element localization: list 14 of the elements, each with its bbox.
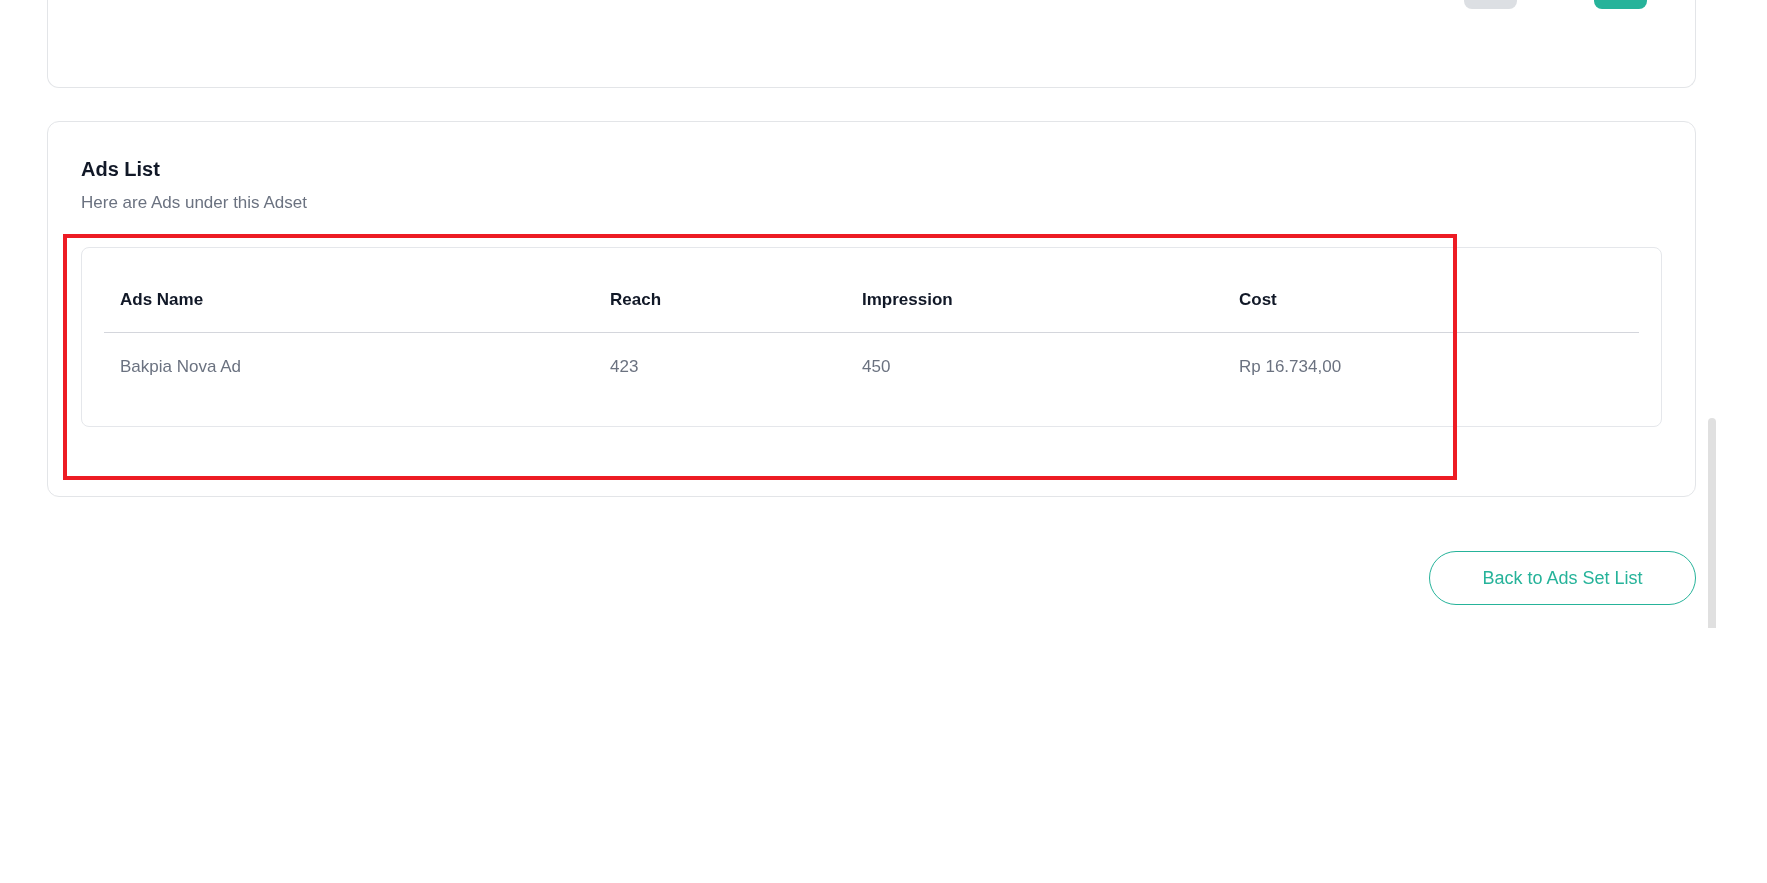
column-header: Reach	[610, 290, 662, 309]
column-header: Cost	[1239, 290, 1277, 309]
scrollbar[interactable]	[1708, 418, 1716, 628]
table-cell: 423	[610, 357, 639, 377]
table-cell: 450	[862, 357, 891, 377]
column-header: Ads Name	[120, 290, 204, 309]
secondary-action-button[interactable]	[1464, 0, 1517, 9]
back-button[interactable]: Back to Ads Set List	[1429, 551, 1696, 605]
table-cell: Bakpia Nova Ad	[120, 357, 241, 377]
section-title: Ads List	[81, 157, 161, 182]
column-header: Impression	[862, 290, 953, 309]
primary-action-button[interactable]	[1594, 0, 1647, 9]
table-cell: Rp 16.734,00	[1239, 357, 1342, 377]
section-subtitle: Here are Ads under this Adset	[81, 192, 308, 214]
